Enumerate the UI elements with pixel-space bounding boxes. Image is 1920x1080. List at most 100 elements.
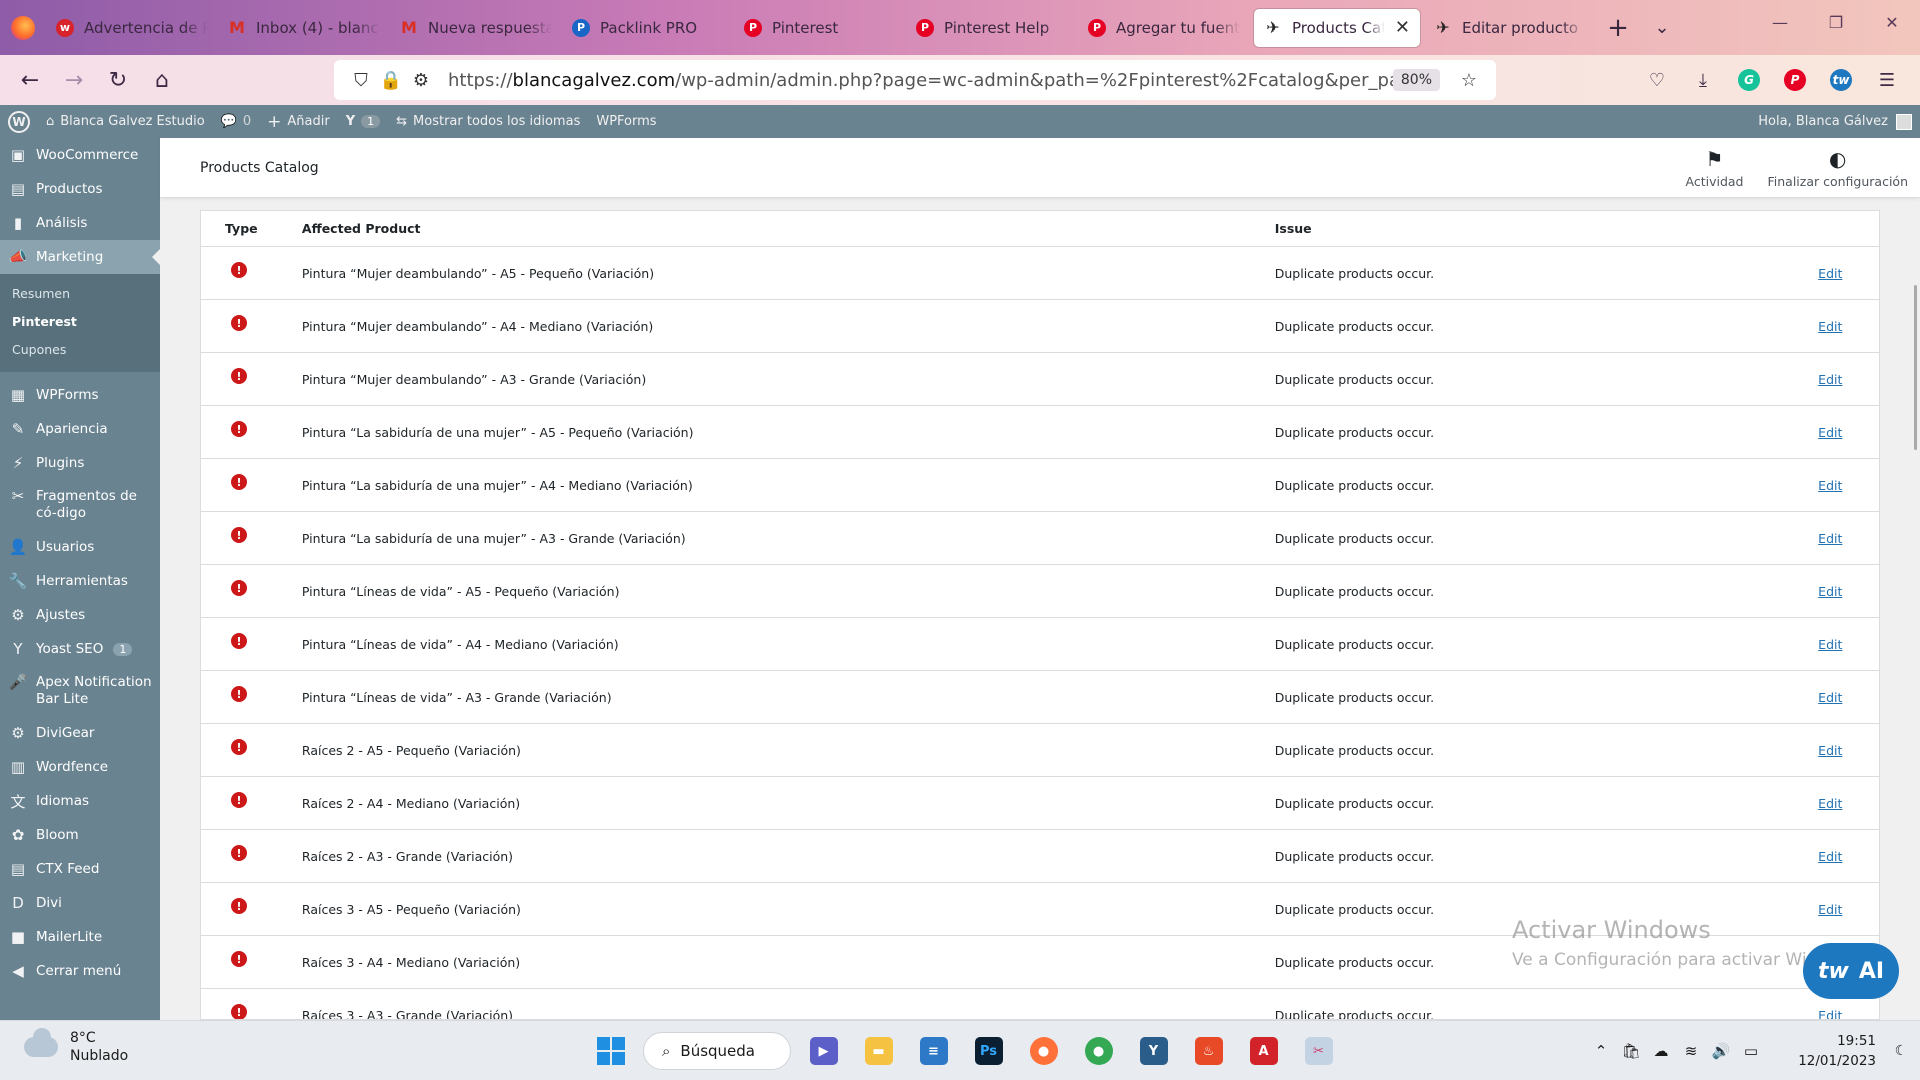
teams-chat-icon[interactable]: ▶	[801, 1029, 846, 1073]
minimize-icon[interactable]: —	[1752, 0, 1808, 45]
close-tab-icon[interactable]: ✕	[1395, 17, 1410, 38]
permissions-icon[interactable]: ⚙	[406, 70, 436, 91]
browser-tab[interactable]: M Nueva respuesta	[390, 9, 562, 47]
edit-link[interactable]: Edit	[1818, 584, 1842, 599]
browser-tab[interactable]: ✈ Products Catal ✕	[1254, 8, 1420, 47]
sidebar-item-ajustes[interactable]: ⚙ Ajustes	[0, 598, 160, 632]
edit-link[interactable]: Edit	[1818, 425, 1842, 440]
sidebar-item-herramientas[interactable]: 🔧 Herramientas	[0, 564, 160, 598]
submenu-item-resumen[interactable]: Resumen	[0, 280, 160, 308]
zoom-level[interactable]: 80%	[1392, 69, 1440, 91]
edit-link[interactable]: Edit	[1818, 319, 1842, 334]
edit-link[interactable]: Edit	[1818, 690, 1842, 705]
lock-icon[interactable]: 🔒	[376, 70, 406, 91]
site-name-link[interactable]: ⌂ Blanca Galvez Estudio	[38, 105, 213, 138]
list-all-tabs-icon[interactable]: ⌄	[1640, 17, 1684, 38]
browser-tab[interactable]: ✈ Editar producto	[1424, 9, 1596, 47]
sidebar-item-plugins[interactable]: ⚡ Plugins	[0, 446, 160, 480]
browser-tab[interactable]: P Pinterest Help	[906, 9, 1078, 47]
flame-app-icon[interactable]: ♨	[1186, 1029, 1231, 1073]
grammarly-icon[interactable]: G	[1726, 60, 1772, 100]
edit-link[interactable]: Edit	[1818, 743, 1842, 758]
downloads-icon[interactable]: ⤓	[1680, 60, 1726, 100]
edit-link[interactable]: Edit	[1818, 531, 1842, 546]
taskbar-search[interactable]: ⌕ Búsqueda	[643, 1032, 791, 1070]
address-bar[interactable]: ⛉ 🔒 ⚙ https://blancagalvez.com/wp-admin/…	[334, 60, 1496, 100]
sidebar-item-yoast-seo[interactable]: Y Yoast SEO 1	[0, 632, 160, 666]
submenu-item-cupones[interactable]: Cupones	[0, 336, 160, 364]
sidebar-item-woocommerce[interactable]: ▣ WooCommerce	[0, 138, 160, 172]
sidebar-item-apex-notification-bar-lite[interactable]: 🎤 Apex Notification Bar Lite	[0, 666, 160, 716]
chrome-icon[interactable]: ●	[1076, 1029, 1121, 1073]
wp-logo-icon[interactable]: W	[0, 105, 38, 138]
forward-icon[interactable]: →	[52, 60, 96, 100]
notifications-icon[interactable]: ☾	[1882, 1043, 1920, 1059]
bookmark-star-icon[interactable]: ☆	[1454, 70, 1484, 91]
browser-tab[interactable]: P Packlink PRO	[562, 9, 734, 47]
edit-link[interactable]: Edit	[1818, 478, 1842, 493]
sidebar-item-mailerlite[interactable]: ■ MailerLite	[0, 920, 160, 954]
activity-button[interactable]: ⚑ Actividad	[1674, 138, 1756, 198]
sidebar-item-productos[interactable]: ▤ Productos	[0, 172, 160, 206]
home-icon[interactable]: ⌂	[140, 60, 184, 100]
snipping-tool-icon[interactable]: ✂	[1296, 1029, 1341, 1073]
comments-link[interactable]: 💬 0	[213, 105, 259, 138]
sidebar-item-ctx-feed[interactable]: ▤ CTX Feed	[0, 852, 160, 886]
browser-tab[interactable]: P Pinterest	[734, 9, 906, 47]
yarn-app-icon[interactable]: Y	[1131, 1029, 1176, 1073]
photoshop-icon[interactable]: Ps	[966, 1029, 1011, 1073]
edit-link[interactable]: Edit	[1818, 1008, 1842, 1020]
weather-widget[interactable]: 8°C Nublado	[24, 1028, 128, 1065]
sidebar-item-wordfence[interactable]: ▥ Wordfence	[0, 750, 160, 784]
yoast-adminbar-link[interactable]: Y1	[338, 105, 388, 138]
back-icon[interactable]: ←	[8, 60, 52, 100]
ai-assistant-button[interactable]: tw AI	[1803, 943, 1899, 999]
edit-link[interactable]: Edit	[1818, 372, 1842, 387]
tw-ext-icon[interactable]: tw	[1818, 60, 1864, 100]
file-explorer-icon[interactable]: ▬	[856, 1029, 901, 1073]
scrollbar-thumb[interactable]	[1914, 285, 1917, 450]
url-text[interactable]: https://blancagalvez.com/wp-admin/admin.…	[448, 70, 1393, 91]
new-tab-icon[interactable]: +	[1596, 13, 1640, 43]
clock[interactable]: 19:51 12/01/2023	[1766, 1031, 1876, 1071]
windows-start-icon[interactable]	[588, 1029, 633, 1073]
firefox-taskbar-icon[interactable]: ●	[1021, 1029, 1066, 1073]
chevron-up-icon[interactable]: ⌃	[1586, 1042, 1616, 1060]
edit-link[interactable]: Edit	[1818, 796, 1842, 811]
edit-link[interactable]: Edit	[1818, 902, 1842, 917]
notepad-icon[interactable]: ≡	[911, 1029, 956, 1073]
wpforms-adminbar-link[interactable]: WPForms	[588, 105, 664, 138]
add-new-link[interactable]: + Añadir	[259, 105, 338, 138]
sidebar-item-divigear[interactable]: ⚙ DiviGear	[0, 716, 160, 750]
browser-tab[interactable]: P Agregar tu fuente	[1078, 9, 1250, 47]
edit-link[interactable]: Edit	[1818, 637, 1842, 652]
pinterest-ext-icon[interactable]: P	[1772, 60, 1818, 100]
sidebar-item-fragmentos-de-c-digo[interactable]: ✂ Fragmentos de có-digo	[0, 480, 160, 530]
restore-icon[interactable]: ❐	[1808, 0, 1864, 45]
browser-tab[interactable]: M Inbox (4) - blanca	[218, 9, 390, 47]
firefox-menu-icon[interactable]	[0, 0, 46, 55]
battery-icon[interactable]: ▭	[1736, 1042, 1766, 1060]
edit-link[interactable]: Edit	[1818, 849, 1842, 864]
onedrive-icon[interactable]: ☁	[1646, 1042, 1676, 1060]
pocket-icon[interactable]: ♡	[1634, 60, 1680, 100]
sidebar-item-bloom[interactable]: ✿ Bloom	[0, 818, 160, 852]
page-scrollbar[interactable]	[1912, 138, 1920, 1020]
finish-setup-button[interactable]: ◐ Finalizar configuración	[1755, 138, 1920, 198]
sidebar-item-wpforms[interactable]: ▦ WPForms	[0, 378, 160, 412]
sidebar-item-apariencia[interactable]: ✎ Apariencia	[0, 412, 160, 446]
sidebar-item-cerrar-men[interactable]: ◀ Cerrar menú	[0, 954, 160, 988]
close-window-icon[interactable]: ✕	[1864, 0, 1920, 45]
volume-icon[interactable]: 🔊	[1706, 1042, 1736, 1060]
account-menu[interactable]: Hola, Blanca Gálvez	[1758, 105, 1912, 138]
acrobat-icon[interactable]: A	[1241, 1029, 1286, 1073]
hamburger-menu-icon[interactable]: ☰	[1864, 60, 1910, 100]
submenu-item-pinterest[interactable]: Pinterest	[0, 308, 160, 336]
browser-tab[interactable]: w Advertencia de Pi	[46, 9, 218, 47]
sidebar-item-usuarios[interactable]: 👤 Usuarios	[0, 530, 160, 564]
shield-icon[interactable]: ⛉	[346, 70, 376, 91]
wifi-icon[interactable]: ≋	[1676, 1042, 1706, 1060]
languages-link[interactable]: ⇆ Mostrar todos los idiomas	[388, 105, 588, 138]
store-icon[interactable]: 🛍	[1616, 1042, 1646, 1060]
sidebar-item-an-lisis[interactable]: ▮ Análisis	[0, 206, 160, 240]
